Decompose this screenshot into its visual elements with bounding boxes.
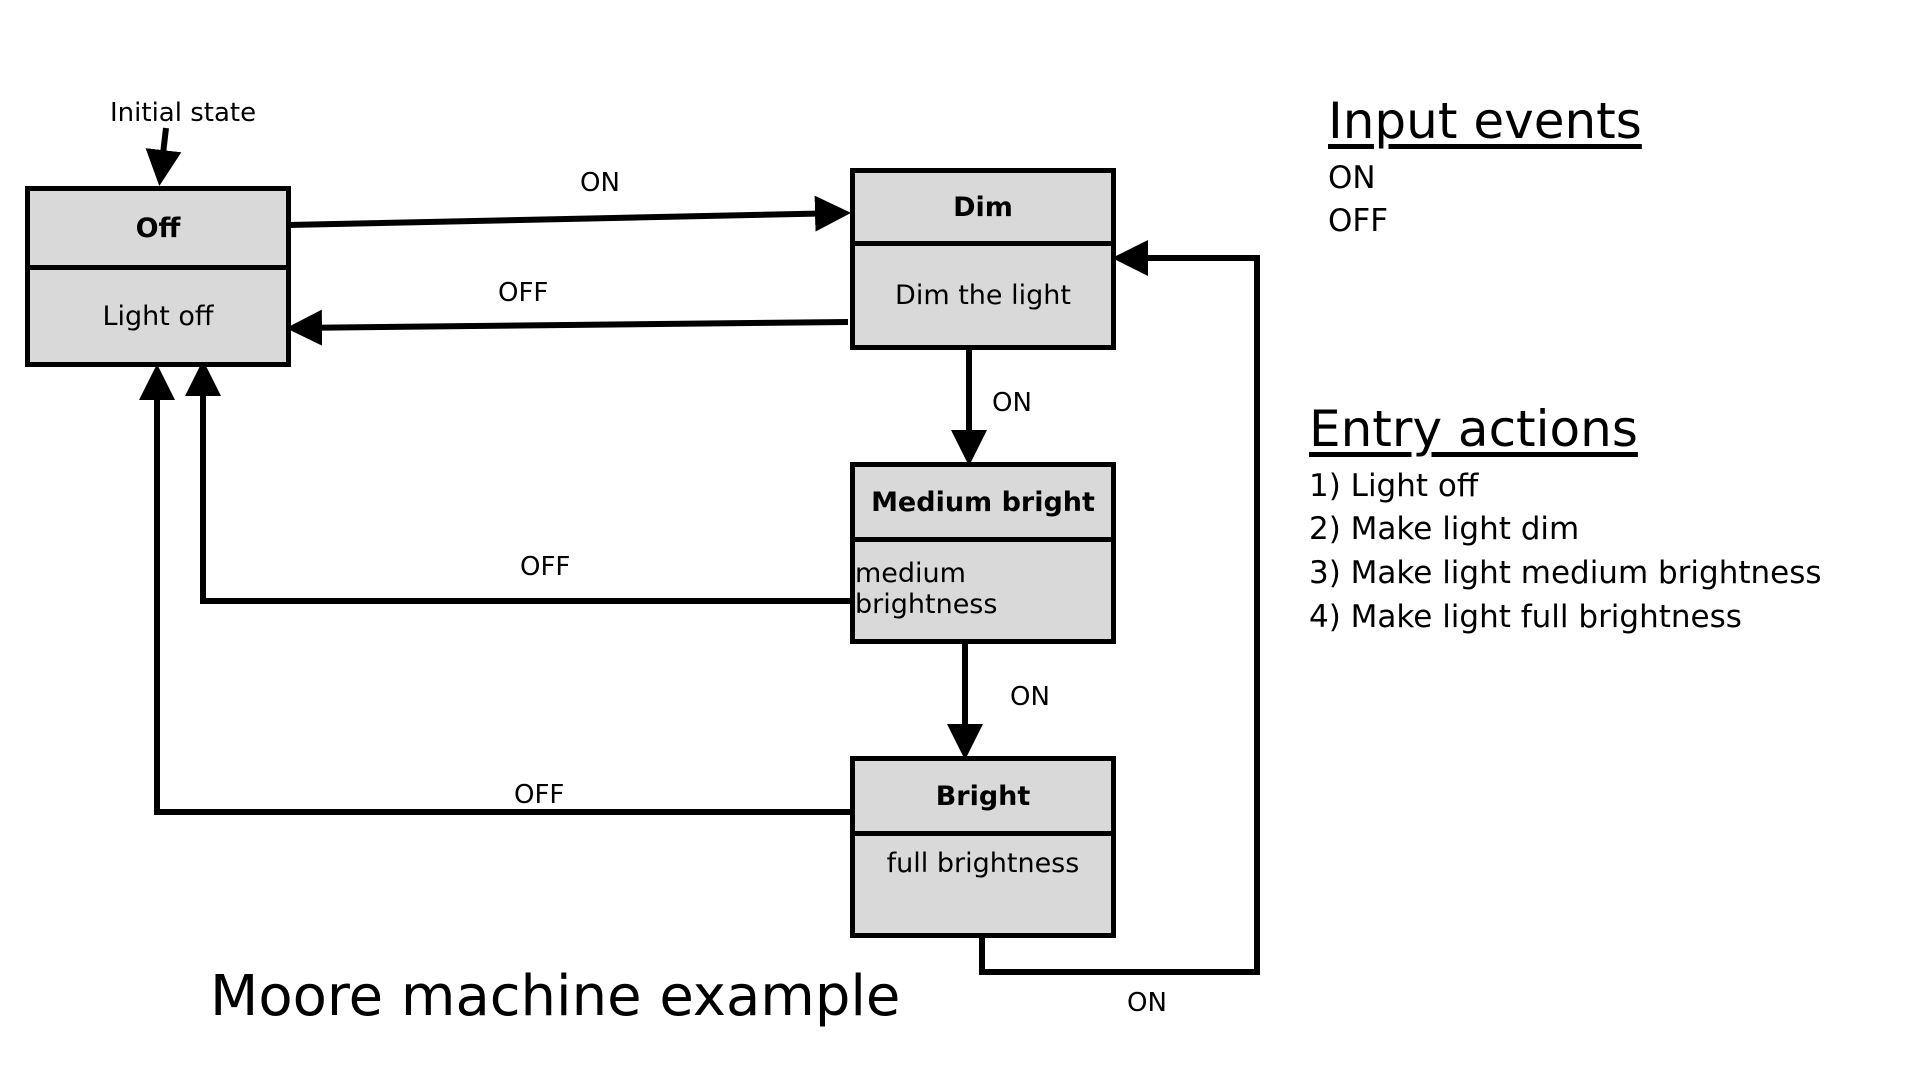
arrow-dim-to-off [286,309,849,346]
input-event: ON [1328,160,1376,196]
state-name: Off [30,191,286,270]
arrow-off-to-dim [287,195,851,232]
transition-label: ON [1127,988,1167,1018]
state-medium-bright[interactable]: Medium bright medium brightness [850,462,1116,644]
transition-label: ON [1010,682,1050,712]
transition-label: OFF [498,278,549,308]
state-dim[interactable]: Dim Dim the light [850,168,1116,350]
state-name: Dim [855,173,1111,246]
entry-action: 3) Make light medium brightness [1309,555,1822,591]
state-action: medium brightness [855,558,998,620]
state-action: full brightness [886,848,1080,879]
initial-state-label: Initial state [110,98,257,128]
transition-label: ON [992,388,1032,418]
initial-arrow [145,127,182,186]
entry-action: 1) Light off [1309,468,1479,504]
entry-actions-heading: Entry actions [1309,400,1638,458]
state-action: Light off [102,300,214,332]
entry-action: 4) Make light full brightness [1309,599,1742,635]
arrow-bright-to-off [139,364,850,815]
state-bright[interactable]: Bright full brightness [850,756,1116,938]
entry-action: 2) Make light dim [1309,511,1580,547]
state-name: Medium bright [855,467,1111,542]
input-event: OFF [1328,203,1389,239]
state-off[interactable]: Off Light off [25,186,291,367]
state-action: Dim the light [895,280,1071,311]
state-name: Bright [855,761,1111,836]
transition-label: OFF [520,552,571,582]
transition-label: ON [580,168,620,198]
input-events-heading: Input events [1328,92,1642,150]
diagram-title: Moore machine example [210,964,901,1029]
transition-label: OFF [514,780,565,810]
